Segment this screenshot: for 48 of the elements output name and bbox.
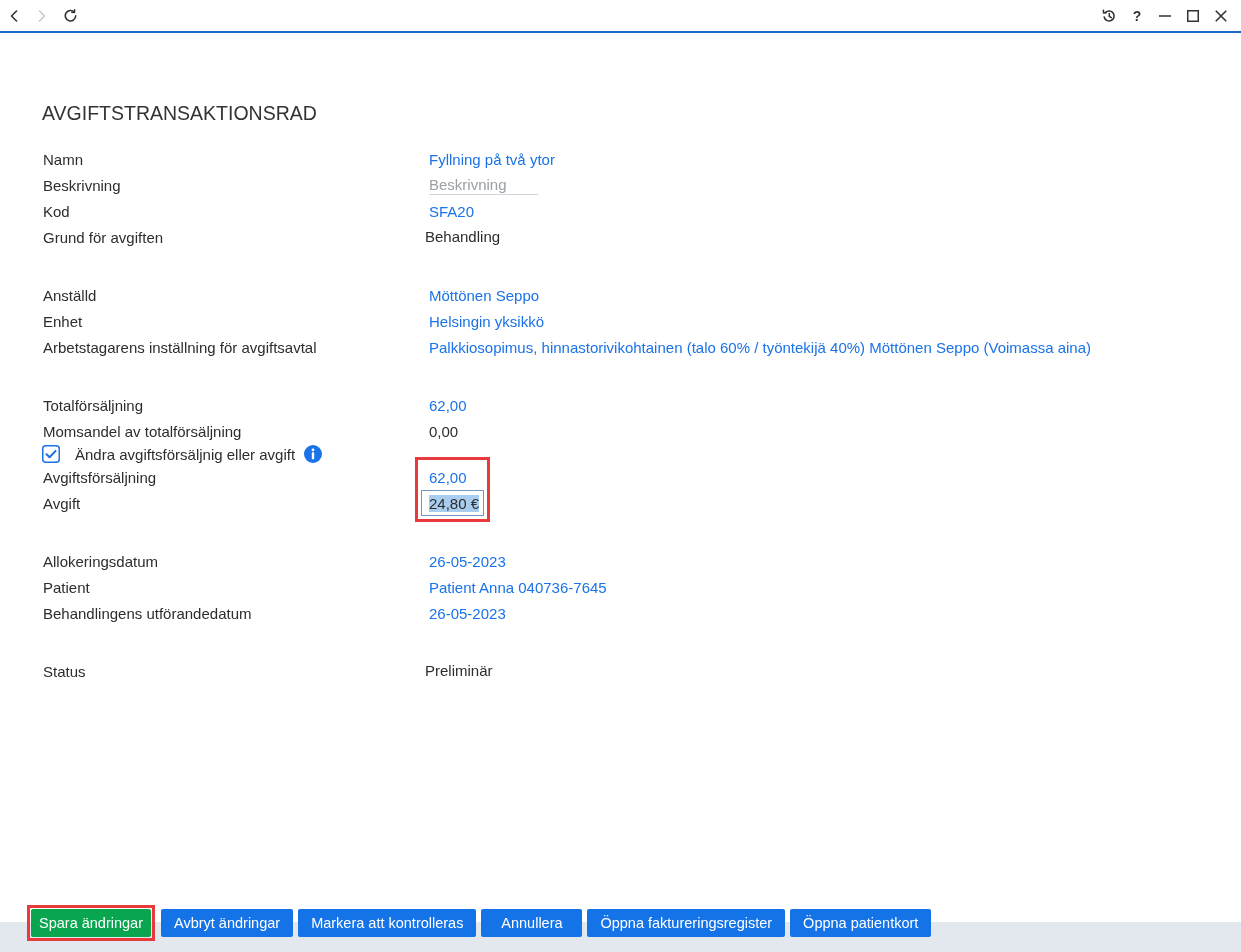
action-button[interactable]: Spara ändringar — [31, 909, 151, 937]
value-link[interactable]: SFA20 — [429, 202, 475, 220]
field-label: Anställd — [43, 286, 97, 304]
field-label: Totalförsäljning — [43, 396, 144, 414]
value-link[interactable]: Helsingin yksikkö — [429, 312, 545, 330]
value-link[interactable]: Patient Anna 040736-7645 — [429, 578, 607, 596]
maximize-icon — [1187, 9, 1199, 22]
field-label: Kod — [43, 202, 70, 220]
history-icon — [1102, 8, 1116, 23]
value-link[interactable]: 26-05-2023 — [429, 552, 506, 570]
info-icon[interactable] — [304, 445, 323, 463]
field-label: Momsandel av totalförsäljning — [43, 422, 242, 440]
field-label: Arbetstagarens inställning för avgiftsavtal — [43, 338, 317, 356]
value-link[interactable]: 26-05-2023 — [429, 604, 506, 622]
field-label: Behandlingens utförandedatum — [43, 604, 252, 622]
field-label: Grund för avgiften — [43, 228, 164, 246]
chevron-left-icon — [10, 9, 18, 22]
field-label: Avgiftsförsäljning — [43, 468, 157, 486]
text-field[interactable]: Beskrivning — [429, 175, 538, 195]
action-button[interactable]: Annullera — [481, 909, 583, 937]
action-button[interactable]: Öppna patientkort — [790, 909, 932, 937]
minimize-icon — [1159, 14, 1171, 17]
checkbox[interactable] — [42, 445, 60, 463]
field-value: Behandling — [425, 227, 501, 245]
checkbox-label[interactable]: Ändra avgiftsförsäljnig eller avgift — [75, 445, 296, 463]
field-value: Preliminär — [425, 661, 493, 679]
value-link[interactable]: 62,00 — [429, 396, 467, 414]
field-label: Status — [43, 662, 86, 680]
chevron-right-icon — [38, 9, 46, 22]
field-label: Enhet — [43, 312, 83, 330]
field-label: Patient — [43, 578, 90, 596]
value-link[interactable]: Möttönen Seppo — [429, 286, 540, 304]
action-button[interactable]: Avbryt ändringar — [161, 909, 294, 937]
field-label: Namn — [43, 150, 83, 168]
help-button[interactable]: ? — [1123, 0, 1151, 31]
input-field[interactable]: 24,80 € — [421, 490, 485, 516]
action-button[interactable]: Öppna faktureringsregister — [587, 909, 786, 937]
field-label: Avgift — [43, 494, 81, 512]
value-link[interactable]: Palkkiosopimus, hinnastorivikohtainen (talo 60% / työntekijä 40%) Möttönen Seppo (Voimassa aina) — [429, 338, 1092, 356]
refresh-icon — [63, 9, 77, 22]
close-icon — [1215, 9, 1227, 22]
field-label: Beskrivning — [43, 176, 121, 194]
page-title: AVGIFTSTRANSAKTIONSRAD — [42, 101, 317, 126]
field-label: Allokeringsdatum — [43, 552, 159, 570]
value-link[interactable]: 62,00 — [429, 468, 467, 486]
field-value: 0,00 — [429, 422, 459, 440]
action-button[interactable]: Markera att kontrolleras — [298, 909, 477, 937]
value-link[interactable]: Fyllning på två ytor — [429, 150, 555, 168]
